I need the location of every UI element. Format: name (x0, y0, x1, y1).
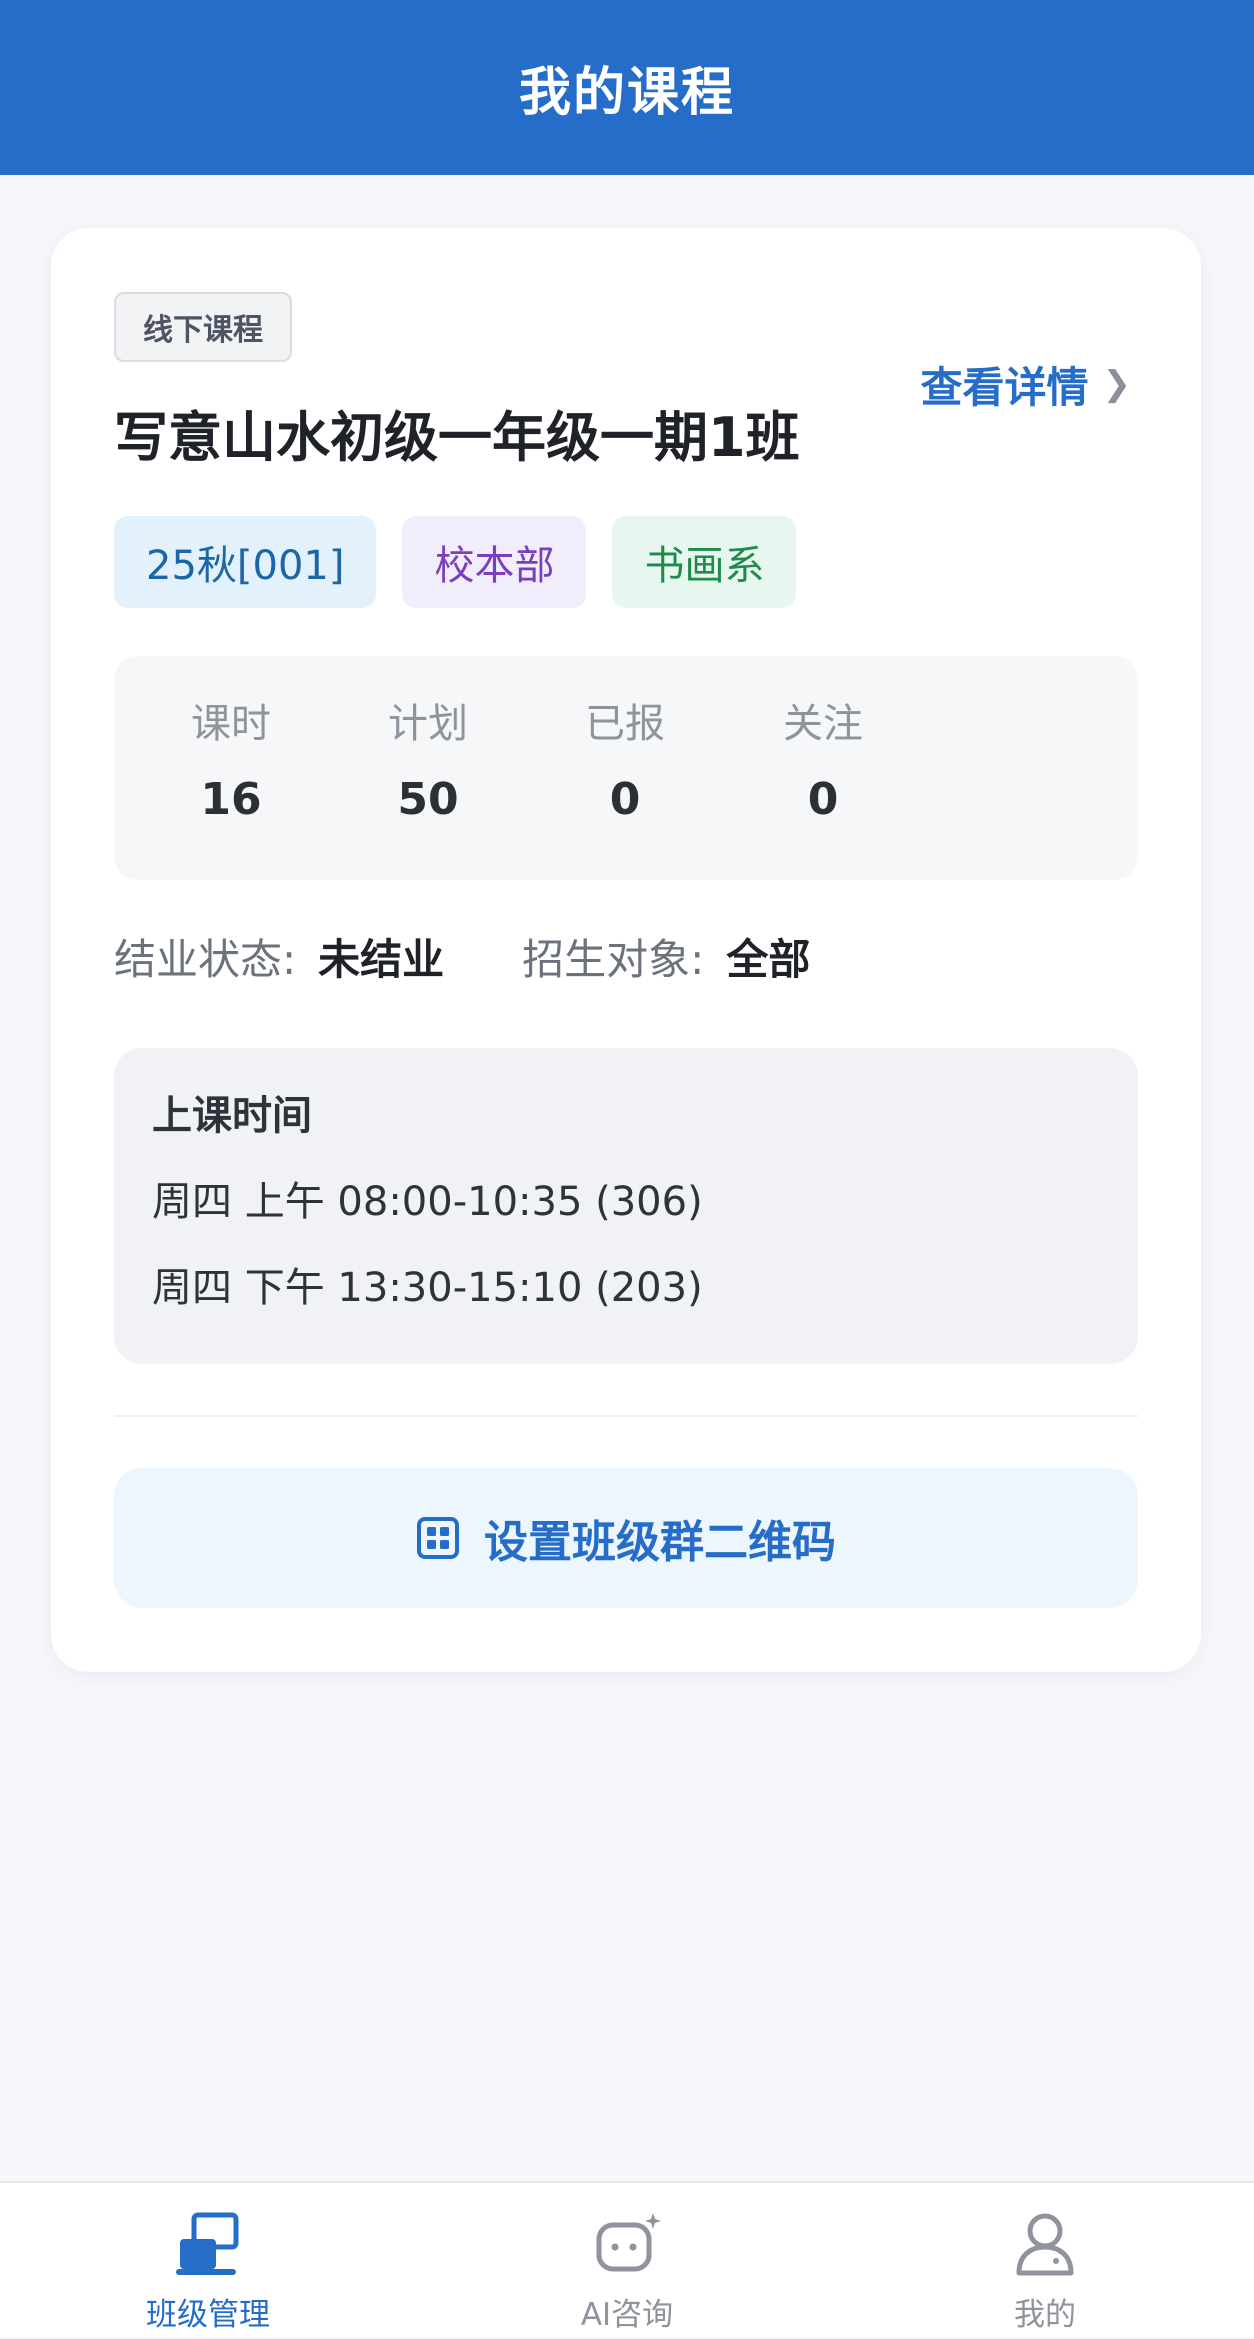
completion-status-value: 未结业 (318, 935, 445, 984)
completion-status-label: 结业状态: (114, 935, 297, 984)
campus-badge: 校本部 (402, 516, 587, 608)
stat-label: 课时 (191, 701, 271, 747)
tab-label: 班级管理 (146, 2297, 270, 2333)
course-stats-panel: 课时 16 计划 50 已报 0 关注 0 (114, 656, 1138, 880)
view-details-link[interactable]: 查看详情 ❯ (920, 346, 1131, 422)
schedule-line: 周四 下午 13:30-15:10 (203) (152, 1265, 703, 1311)
tab-label: AI咨询 (580, 2297, 674, 2333)
app-header: 我的课程 (0, 0, 1254, 175)
stat-label: 计划 (388, 701, 468, 747)
divider (114, 1415, 1138, 1417)
page-title: 我的课程 (518, 63, 735, 123)
stat-label: 关注 (783, 701, 863, 747)
stat-value: 0 (807, 774, 839, 825)
course-badges: 25秋[001] 校本部 书画系 (114, 516, 797, 608)
set-group-qr-label: 设置班级群二维码 (484, 1517, 836, 1568)
tab-profile[interactable]: 我的 (925, 2183, 1165, 2339)
course-title: 写意山水初级一年级一期1班 (114, 406, 800, 469)
class-management-icon (176, 2212, 239, 2275)
tab-ai-chat[interactable]: AI咨询 (507, 2183, 747, 2339)
stat-planned: 计划 50 (353, 696, 503, 832)
course-type-tag: 线下课程 (114, 292, 292, 362)
stat-label: 已报 (585, 701, 665, 747)
department-badge: 书画系 (612, 516, 797, 608)
set-group-qr-button[interactable]: 设置班级群二维码 (114, 1468, 1138, 1608)
enrollment-target-label: 招生对象: (522, 935, 705, 984)
profile-icon (1016, 2213, 1074, 2276)
class-schedule-panel: 上课时间 周四 上午 08:00-10:35 (306) 周四 下午 13:30… (114, 1048, 1138, 1364)
ai-chat-icon (596, 2213, 661, 2272)
stat-value: 16 (200, 774, 262, 825)
stat-value: 0 (609, 774, 641, 825)
view-details-label: 查看详情 (920, 362, 1089, 412)
course-card: 线下课程 查看详情 ❯ 写意山水初级一年级一期1班 25秋[001] 校本部 书… (51, 228, 1201, 1672)
bottom-tab-bar: 班级管理 AI咨询 我的 (0, 2181, 1254, 2337)
tab-label: 我的 (1014, 2297, 1076, 2333)
enrollment-target-value: 全部 (726, 935, 811, 984)
term-badge: 25秋[001] (114, 516, 377, 608)
stat-value: 50 (397, 774, 459, 825)
schedule-line: 周四 上午 08:00-10:35 (306) (152, 1179, 703, 1225)
course-meta-row: 结业状态: 未结业 招生对象: 全部 (114, 928, 810, 992)
stat-lessons: 课时 16 (156, 696, 306, 832)
stat-followers: 关注 0 (748, 696, 898, 832)
schedule-title: 上课时间 (152, 1093, 312, 1139)
qr-grid-icon (417, 1517, 459, 1559)
chevron-right-icon: ❯ (1102, 364, 1132, 404)
stat-enrolled: 已报 0 (550, 696, 700, 832)
tab-class-management[interactable]: 班级管理 (88, 2183, 328, 2339)
